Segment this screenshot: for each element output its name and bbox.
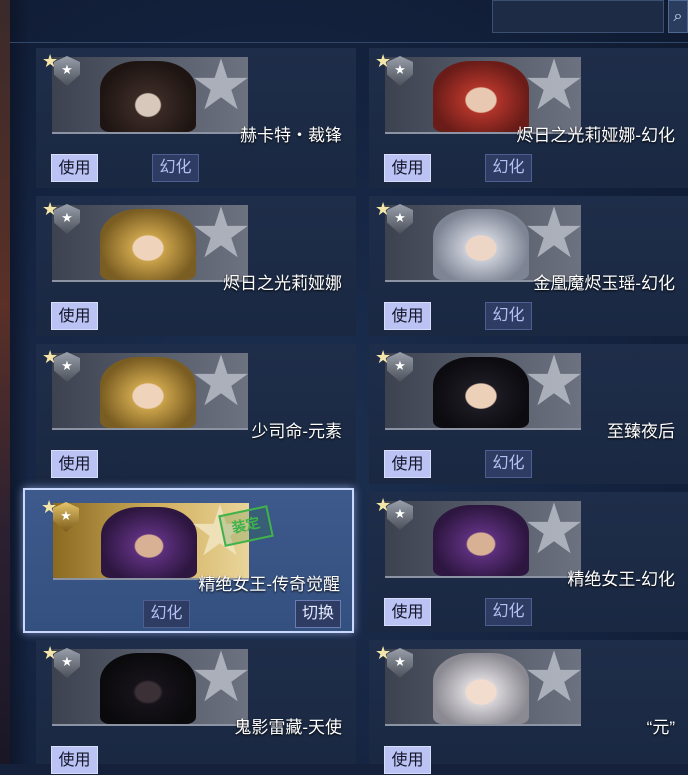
rank-badge: ★ ★ bbox=[42, 348, 84, 384]
skin-card[interactable]: ★ ★ ★ 精绝女王-幻化 使用 幻化 bbox=[369, 492, 688, 632]
skin-name: 鬼影雷藏-天使 bbox=[234, 718, 342, 737]
portrait-figure bbox=[100, 357, 196, 428]
skin-name: 少司命-元素 bbox=[251, 422, 342, 441]
shield-icon: ★ bbox=[387, 500, 413, 530]
rank-star-icon: ★ bbox=[189, 46, 253, 124]
search-input[interactable] bbox=[492, 0, 664, 33]
rank-badge: ★ ★ bbox=[375, 644, 417, 680]
skin-card[interactable]: ★ ★ ★ 金凰魔烬玉瑶-幻化 使用 幻化 bbox=[369, 196, 688, 336]
skin-card[interactable]: ★ ★ ★ 烬日之光莉娅娜 使用 bbox=[36, 196, 356, 336]
skin-card[interactable]: ★ ★ ★ “元” 使用 bbox=[369, 638, 688, 774]
skin-name: 烬日之光莉娅娜-幻化 bbox=[516, 126, 675, 145]
skin-card[interactable]: ★ ★ ★ 赫卡特・裁锋 使用 幻化 bbox=[36, 48, 356, 188]
portrait-figure bbox=[100, 653, 196, 724]
shield-icon: ★ bbox=[54, 56, 80, 86]
portrait-figure bbox=[433, 357, 529, 428]
rank-badge: ★ ★ bbox=[41, 498, 83, 534]
transform-button[interactable]: 幻化 bbox=[485, 450, 532, 478]
transform-button[interactable]: 幻化 bbox=[485, 598, 532, 626]
skin-card[interactable]: ★ ★ ★ 烬日之光莉娅娜-幻化 使用 幻化 bbox=[369, 48, 688, 188]
use-button[interactable]: 使用 bbox=[384, 746, 431, 774]
rank-star-icon: ★ bbox=[522, 46, 586, 124]
transform-button[interactable]: 幻化 bbox=[485, 154, 532, 182]
rank-star-icon: ★ bbox=[522, 194, 586, 272]
portrait-figure bbox=[433, 505, 529, 576]
skin-name: “元” bbox=[646, 718, 675, 737]
skin-name: 烬日之光莉娅娜 bbox=[223, 274, 342, 293]
portrait-figure bbox=[100, 209, 196, 280]
use-button[interactable]: 使用 bbox=[51, 746, 98, 774]
shield-icon: ★ bbox=[54, 648, 80, 678]
skin-name: 赫卡特・裁锋 bbox=[240, 126, 342, 145]
shield-icon: ★ bbox=[387, 204, 413, 234]
use-button[interactable]: 使用 bbox=[384, 450, 431, 478]
shield-icon: ★ bbox=[54, 352, 80, 382]
portrait-figure bbox=[100, 61, 196, 132]
transform-button[interactable]: 幻化 bbox=[143, 600, 190, 628]
rank-star-icon: ★ bbox=[189, 194, 253, 272]
rank-star-icon: ★ bbox=[189, 638, 253, 716]
shield-icon: ★ bbox=[387, 56, 413, 86]
shield-icon: ★ bbox=[53, 502, 79, 532]
portrait-figure bbox=[101, 507, 197, 578]
left-edge-art bbox=[0, 0, 10, 764]
skin-name: 精绝女王-传奇觉醒 bbox=[198, 575, 340, 594]
use-button[interactable]: 使用 bbox=[51, 450, 98, 478]
rank-badge: ★ ★ bbox=[375, 496, 417, 532]
switch-button[interactable]: 切换 bbox=[295, 600, 341, 628]
search-button[interactable]: ⌕ bbox=[668, 0, 688, 33]
skin-card[interactable]: ★ ★ ★ 少司命-元素 使用 bbox=[36, 344, 356, 484]
use-button[interactable]: 使用 bbox=[384, 154, 431, 182]
skin-card[interactable]: ★ ★ ★ 鬼影雷藏-天使 使用 bbox=[36, 638, 356, 774]
shield-icon: ★ bbox=[387, 352, 413, 382]
skin-name: 至臻夜后 bbox=[607, 422, 675, 441]
rank-star-icon: ★ bbox=[189, 342, 253, 420]
use-button[interactable]: 使用 bbox=[51, 154, 98, 182]
divider bbox=[10, 42, 688, 43]
rank-star-icon: ★ bbox=[522, 342, 586, 420]
rank-badge: ★ ★ bbox=[42, 644, 84, 680]
portrait-figure bbox=[433, 61, 529, 132]
skin-card[interactable]: ★ ★ ★ 至臻夜后 使用 幻化 bbox=[369, 344, 688, 484]
portrait-figure bbox=[433, 209, 529, 280]
shield-icon: ★ bbox=[54, 204, 80, 234]
search-icon: ⌕ bbox=[673, 8, 683, 25]
rank-badge: ★ ★ bbox=[42, 52, 84, 88]
transform-button[interactable]: 幻化 bbox=[152, 154, 199, 182]
rank-star-icon: ★ bbox=[522, 638, 586, 716]
use-button[interactable]: 使用 bbox=[51, 302, 98, 330]
rank-badge: ★ ★ bbox=[42, 200, 84, 236]
skin-name: 金凰魔烬玉瑶-幻化 bbox=[533, 274, 675, 293]
portrait-figure bbox=[433, 653, 529, 724]
rank-star-icon: ★ bbox=[522, 490, 586, 568]
shield-icon: ★ bbox=[387, 648, 413, 678]
transform-button[interactable]: 幻化 bbox=[485, 302, 532, 330]
skin-name: 精绝女王-幻化 bbox=[567, 570, 675, 589]
use-button[interactable]: 使用 bbox=[384, 302, 431, 330]
use-button[interactable]: 使用 bbox=[384, 598, 431, 626]
rank-badge: ★ ★ bbox=[375, 348, 417, 384]
rank-badge: ★ ★ bbox=[375, 200, 417, 236]
skin-card-selected[interactable]: ★ 装定 ★ ★ 精绝女王-传奇觉醒 幻化 切换 bbox=[23, 488, 354, 633]
rank-badge: ★ ★ bbox=[375, 52, 417, 88]
